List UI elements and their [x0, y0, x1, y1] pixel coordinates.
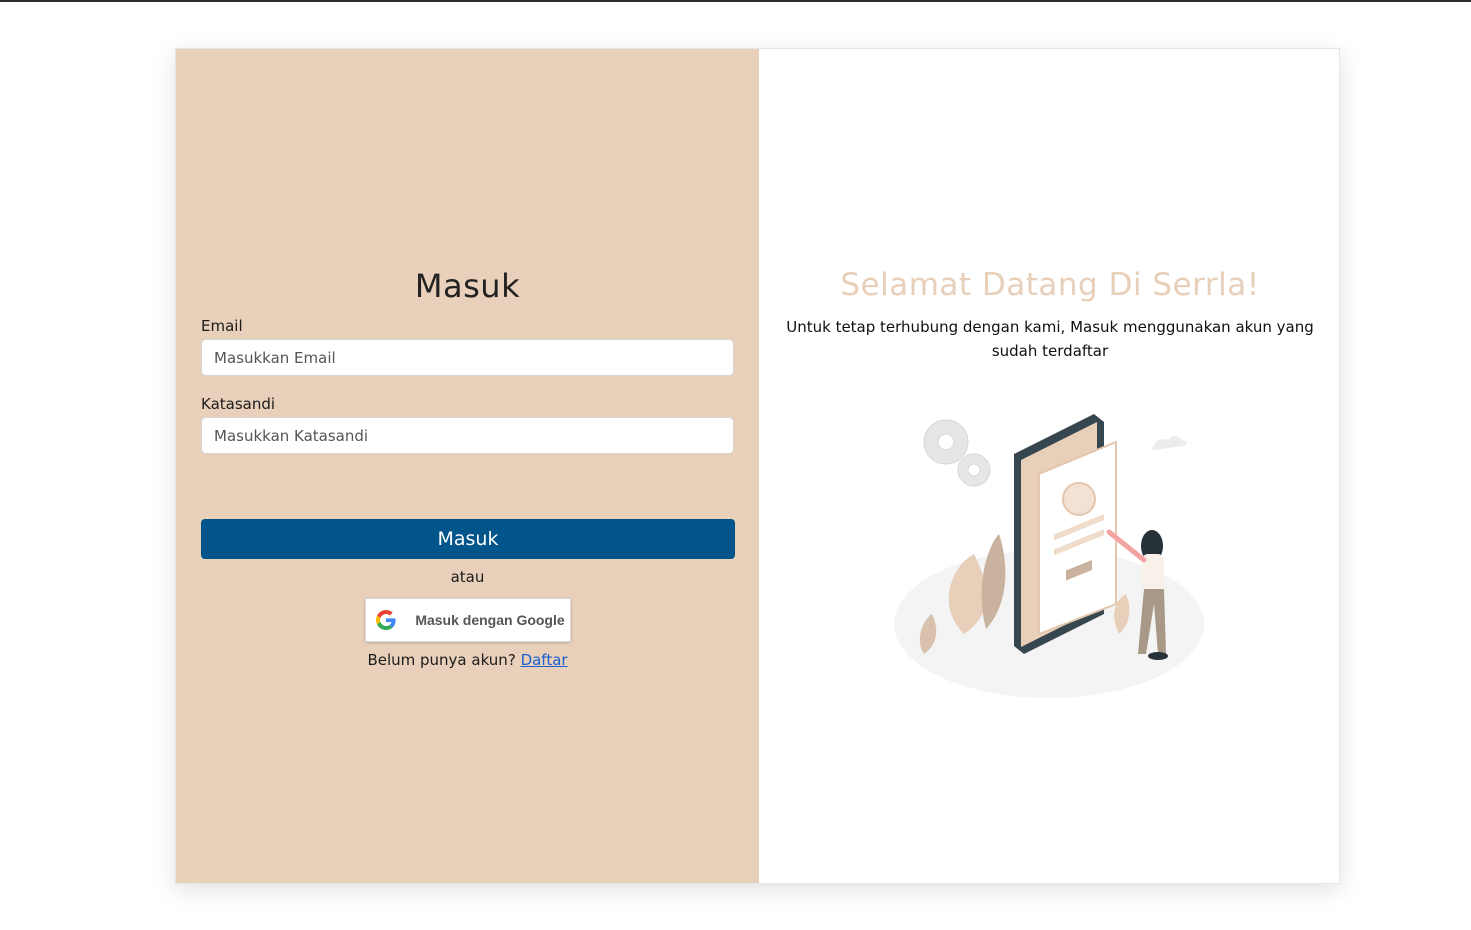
welcome-panel: Selamat Datang Di Serrla! Untuk tetap te… — [759, 49, 1339, 883]
login-title: Masuk — [414, 267, 521, 305]
email-input[interactable] — [201, 339, 734, 376]
login-card: Masuk Email Katasandi Masuk atau Masuk d… — [175, 48, 1340, 884]
google-signin-button[interactable]: Masuk dengan Google — [365, 598, 571, 642]
signup-prompt: Belum punya akun? — [367, 651, 516, 669]
google-signin-label: Masuk dengan Google — [415, 612, 565, 628]
welcome-title: Selamat Datang Di Serrla! — [840, 267, 1260, 303]
email-label: Email — [201, 317, 243, 335]
divider-text: atau — [450, 568, 485, 586]
login-submit-button[interactable]: Masuk — [201, 519, 735, 559]
password-input[interactable] — [201, 417, 734, 454]
password-label: Katasandi — [201, 395, 276, 413]
login-panel: Masuk Email Katasandi Masuk atau Masuk d… — [176, 49, 759, 883]
welcome-text: Untuk tetap terhubung dengan kami, Masuk… — [786, 318, 1314, 360]
top-border-line — [0, 0, 1471, 2]
google-g-icon — [376, 610, 396, 630]
signup-link[interactable]: Daftar — [521, 651, 568, 669]
gear-icon — [923, 419, 991, 487]
phone-login-illustration — [894, 414, 1204, 698]
signup-row: Belum punya akun? Daftar — [176, 651, 759, 669]
cloud-icon — [1152, 436, 1187, 450]
